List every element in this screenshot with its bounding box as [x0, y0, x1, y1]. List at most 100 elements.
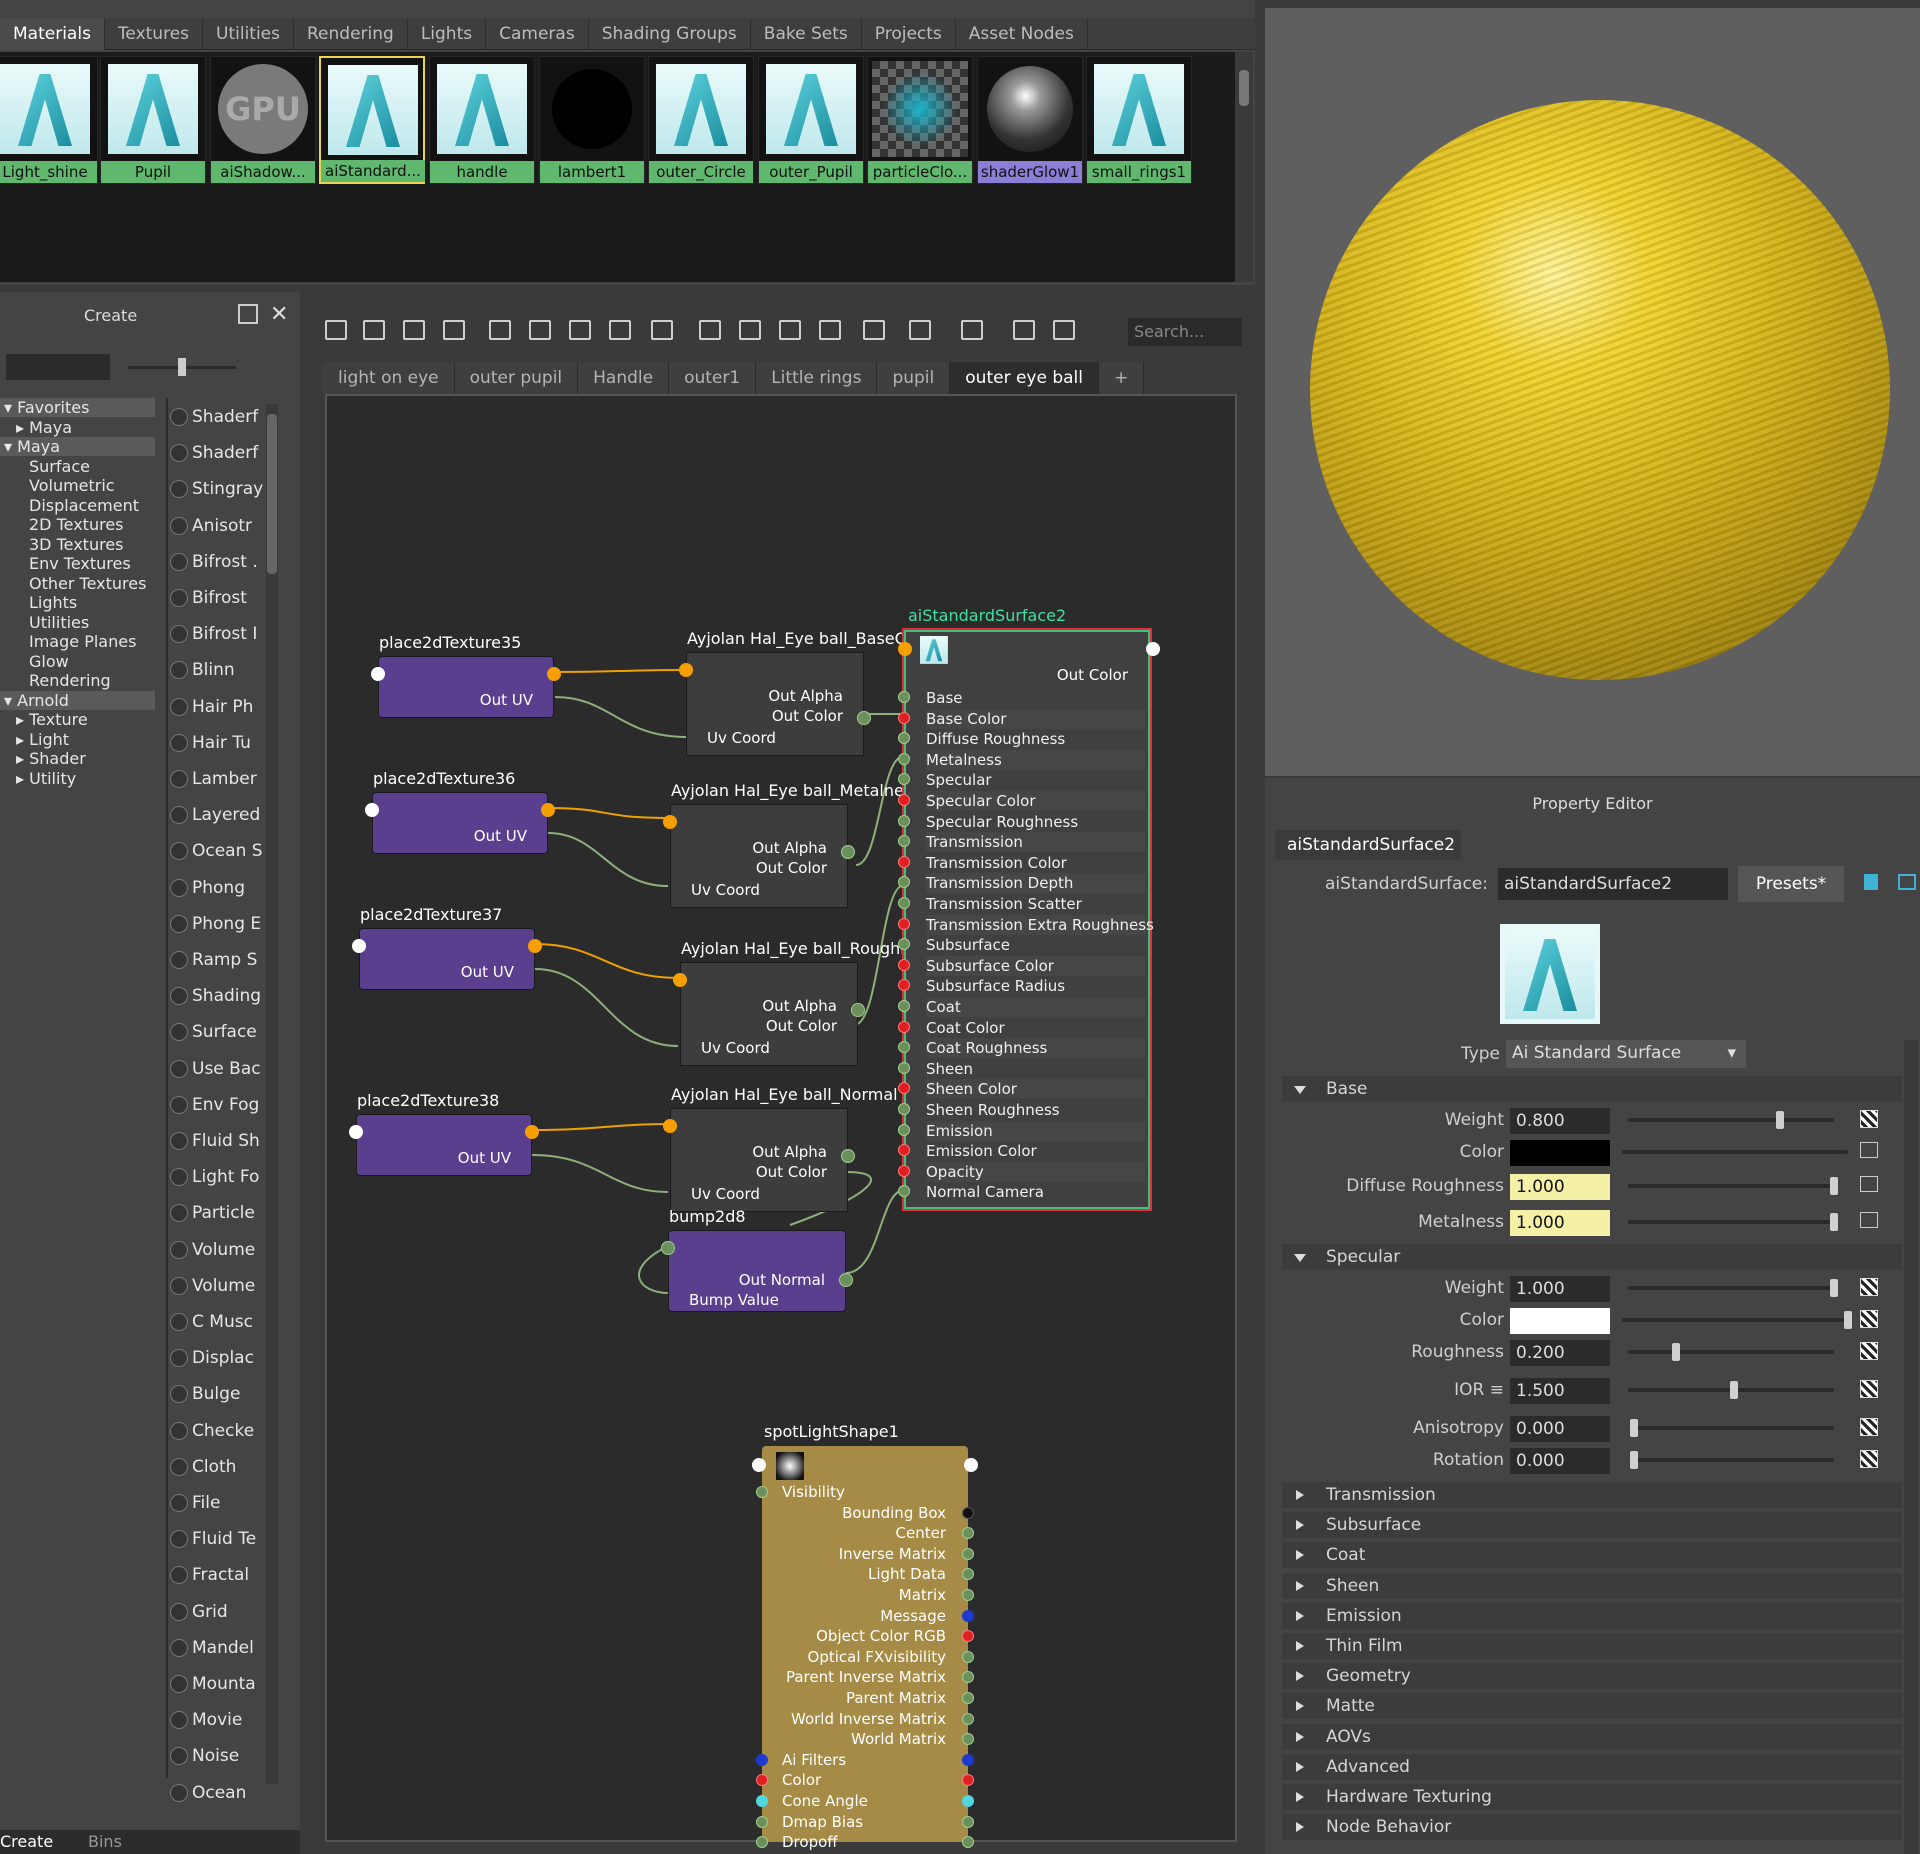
toolbar-icon-6[interactable] — [569, 320, 591, 340]
toolbar-icon-9[interactable] — [699, 320, 721, 340]
attr-input-port[interactable] — [898, 711, 910, 724]
toolbar-icon-14[interactable] — [909, 320, 931, 340]
tab-outer1[interactable]: outer1 — [669, 362, 757, 394]
create-node-item[interactable]: Volume — [170, 1269, 266, 1303]
attr-port[interactable] — [962, 1589, 974, 1601]
create-node-item[interactable]: Fluid Sh — [170, 1124, 266, 1158]
section-transmission[interactable]: Transmission — [1282, 1482, 1902, 1508]
metalness-field[interactable]: 1.000 — [1510, 1210, 1610, 1236]
ior-field[interactable]: 1.500 — [1510, 1378, 1610, 1404]
output-port[interactable] — [528, 939, 542, 953]
tab-utilities[interactable]: Utilities — [203, 18, 294, 50]
input-port[interactable] — [673, 973, 687, 987]
output-port[interactable] — [839, 1273, 853, 1287]
create-node-item[interactable]: Mounta — [170, 1667, 266, 1701]
connection-icon[interactable] — [1860, 1142, 1878, 1158]
create-node-item[interactable]: Phong — [170, 871, 266, 905]
create-node-item[interactable]: Checke — [170, 1414, 266, 1448]
create-node-item[interactable]: Bifrost — [170, 581, 266, 615]
attr-input-port[interactable] — [898, 855, 910, 868]
output-port[interactable] — [547, 667, 561, 681]
create-node-item[interactable]: Ocean S — [170, 834, 266, 868]
swatch-lambert1[interactable]: lambert1 — [539, 56, 645, 184]
create-node-item[interactable]: Blinn — [170, 653, 266, 687]
tree-rendering[interactable]: Rendering — [0, 671, 111, 690]
attr-input-port[interactable] — [898, 1123, 910, 1136]
input-port[interactable] — [365, 803, 379, 817]
tab-shading-groups[interactable]: Shading Groups — [589, 18, 751, 50]
output-port[interactable] — [964, 1458, 978, 1472]
spotlight-node[interactable]: spotLightShape1 Visibility Bounding Box Ce… — [752, 1422, 978, 1851]
create-node-item[interactable]: Bifrost I — [170, 617, 266, 651]
attr-input-port[interactable] — [898, 979, 910, 992]
tree-light[interactable]: ▸ Light — [0, 730, 69, 749]
input-port[interactable] — [663, 815, 677, 829]
tab-outer-pupil[interactable]: outer pupil — [454, 362, 579, 394]
create-node-item[interactable]: Bifrost . — [170, 545, 266, 579]
swatch-handle[interactable]: handle — [429, 56, 535, 184]
attr-input-port[interactable] — [898, 773, 910, 786]
create-node-item[interactable]: Shaderf — [170, 400, 266, 434]
ior-slider[interactable] — [1628, 1381, 1834, 1399]
node-search-input[interactable]: Search... — [1128, 318, 1242, 346]
tree-maya-fav[interactable]: ▸ Maya — [0, 418, 72, 437]
tab-materials[interactable]: Materials — [0, 18, 105, 50]
tab-create[interactable]: Create — [0, 1832, 53, 1851]
section-advanced[interactable]: Advanced — [1282, 1753, 1902, 1780]
place2d-node-36[interactable]: place2dTexture36 Out UV — [365, 769, 555, 854]
toolbar-icon-16[interactable] — [1013, 320, 1035, 340]
anisotropy-field[interactable]: 0.000 — [1510, 1416, 1610, 1442]
input-port[interactable] — [663, 1119, 677, 1133]
rotation-slider[interactable] — [1630, 1451, 1834, 1469]
base-weight-field[interactable]: 0.800 — [1510, 1108, 1610, 1134]
map-button[interactable] — [1860, 1380, 1878, 1398]
attr-input-port[interactable] — [898, 1061, 910, 1074]
create-node-item[interactable]: Grid — [170, 1595, 266, 1629]
diffuse-roughness-slider[interactable] — [1628, 1177, 1838, 1195]
create-node-item[interactable]: Stingray — [170, 472, 266, 506]
tree-texture[interactable]: ▸ Texture — [0, 710, 88, 729]
section-thin-film[interactable]: Thin Film — [1282, 1633, 1902, 1659]
output-port[interactable] — [851, 1003, 865, 1017]
attr-port[interactable] — [962, 1609, 974, 1622]
file-node-roughness[interactable]: Ayjolan Hal_Eye ball_Roughi Out Alpha Ou… — [673, 939, 905, 1066]
tree-glow[interactable]: Glow — [0, 652, 69, 671]
create-node-item[interactable]: Ocean — [170, 1776, 266, 1810]
attr-input-port[interactable] — [898, 876, 910, 889]
tab-bake-sets[interactable]: Bake Sets — [751, 18, 862, 50]
focus-icon[interactable] — [1864, 874, 1878, 890]
tree-lights[interactable]: Lights — [0, 593, 77, 612]
swatch-outer-circle[interactable]: outer_Circle — [648, 56, 754, 184]
close-icon[interactable]: ✕ — [270, 302, 288, 327]
toolbar-icon-4[interactable] — [489, 320, 511, 340]
tab-projects[interactable]: Projects — [862, 18, 956, 50]
attr-port[interactable] — [756, 1795, 768, 1807]
attr-port[interactable] — [962, 1506, 974, 1519]
output-port[interactable] — [525, 1125, 539, 1139]
toolbar-icon-11[interactable] — [779, 320, 801, 340]
attr-port[interactable] — [962, 1836, 974, 1849]
attr-port[interactable] — [962, 1753, 974, 1766]
tab-rendering[interactable]: Rendering — [294, 18, 408, 50]
create-node-item[interactable]: C Musc — [170, 1305, 266, 1339]
create-node-item[interactable]: Env Fog — [170, 1088, 266, 1122]
tree-favorites[interactable]: ▾ Favorites — [0, 398, 155, 417]
create-node-item[interactable]: File — [170, 1486, 266, 1520]
create-node-item[interactable]: Hair Ph — [170, 690, 266, 724]
presets-button[interactable]: Presets* — [1738, 866, 1844, 902]
base-weight-slider[interactable] — [1628, 1111, 1834, 1129]
bump-node[interactable]: bump2d8 Out Normal Bump Value — [661, 1207, 853, 1312]
create-node-item[interactable]: Fluid Te — [170, 1522, 266, 1556]
attr-port[interactable] — [962, 1692, 974, 1704]
spec-roughness-slider[interactable] — [1628, 1343, 1834, 1361]
toolbar-icon-1[interactable] — [363, 320, 385, 340]
aistandardsurface-node[interactable]: aiStandardSurface2 Out Color Base Base Co… — [898, 606, 1160, 1211]
attr-port[interactable] — [756, 1774, 768, 1787]
place2d-node-38[interactable]: place2dTexture38 Out UV — [349, 1091, 539, 1176]
map-button[interactable] — [1860, 1278, 1878, 1296]
attr-input-port[interactable] — [898, 958, 910, 971]
attr-input-port[interactable] — [898, 1103, 910, 1115]
connection-icon[interactable] — [1860, 1212, 1878, 1228]
attr-input-port[interactable] — [898, 1164, 910, 1177]
map-button[interactable] — [1860, 1450, 1878, 1468]
